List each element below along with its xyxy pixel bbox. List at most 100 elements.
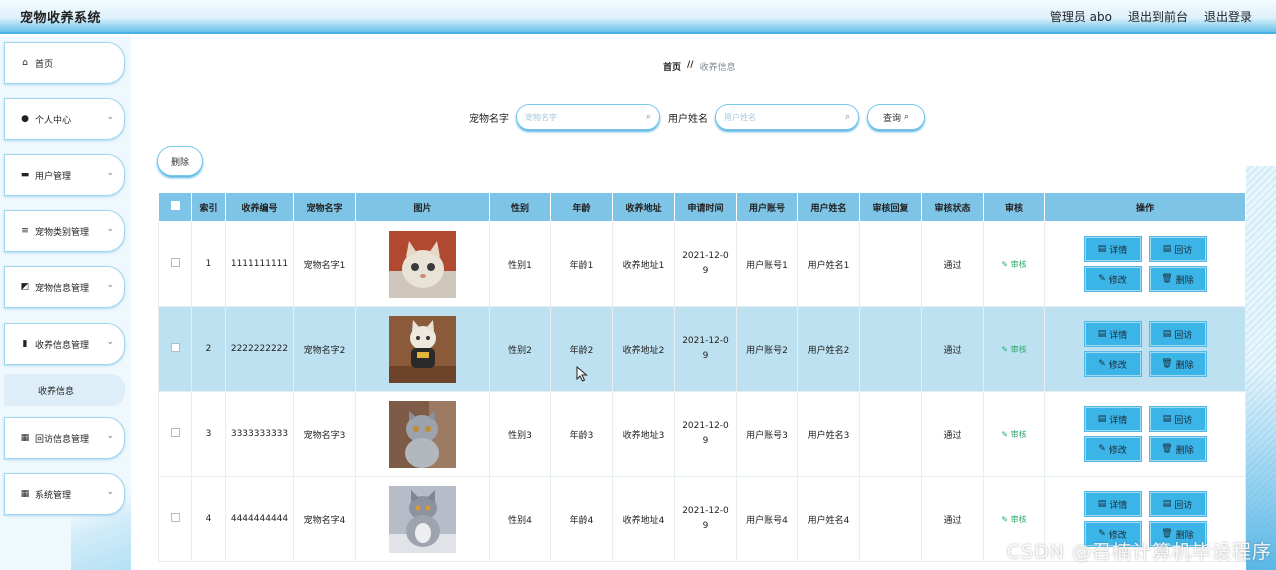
grid-icon: ▦ — [20, 489, 30, 499]
delete-button[interactable]: 🗑 删除 — [1149, 352, 1206, 376]
edit-button[interactable]: ✎ 修改 — [1084, 437, 1141, 461]
user-name-cell: 用户姓名3 — [797, 391, 860, 477]
index-cell: 2 — [191, 306, 226, 392]
audit-reply-cell — [859, 221, 922, 307]
trash-icon: 🗑 — [1161, 444, 1173, 454]
sidebar-item-system[interactable]: ▦ 系统管理 ⌄ — [4, 473, 125, 515]
document-icon: ▤ — [1162, 499, 1172, 509]
sidebar-item-home[interactable]: ⌂ 首页 — [4, 42, 125, 84]
column-header: 宠物名字 — [293, 192, 356, 222]
visit-button[interactable]: ▤ 回访 — [1149, 237, 1206, 261]
row-checkbox[interactable] — [170, 258, 180, 267]
sidebar-item-personal-center[interactable]: ● 个人中心 ⌄ — [4, 98, 125, 140]
pet-name-cell: 宠物名字4 — [293, 476, 356, 562]
pet-name-field[interactable]: ⌕ — [516, 104, 660, 130]
sidebar-item-user-management[interactable]: ▬ 用户管理 ⌄ — [4, 154, 125, 196]
row-checkbox[interactable] — [170, 428, 180, 437]
user-account-cell: 用户账号2 — [736, 306, 798, 392]
table-row[interactable]: 3 3333333333 宠物名字3 性别3 年龄3 收养地址3 2021-12-09 用户账… — [158, 391, 1246, 477]
edit-icon: ✎ — [1001, 344, 1009, 354]
batch-delete-button[interactable]: 删除 — [157, 146, 203, 176]
column-header: 性别 — [489, 192, 551, 222]
user-name-cell: 用户姓名4 — [797, 476, 860, 562]
user-account-cell: 用户账号4 — [736, 476, 798, 562]
adoption-number-cell: 1111111111 — [225, 221, 294, 307]
sidebar-item-label: 收养信息管理 — [35, 340, 90, 351]
table-row[interactable]: 1 1111111111 宠物名字1 性别1 年龄1 收养地址1 2021-12-09 用户账… — [158, 221, 1246, 307]
column-header: 审核回复 — [859, 192, 922, 222]
pet-photo — [389, 230, 456, 298]
visit-button[interactable]: ▤ 回访 — [1149, 492, 1206, 516]
query-button[interactable]: 查询 ⌕ — [867, 104, 925, 130]
edit-icon: ✎ — [1001, 259, 1009, 269]
sidebar-item-pet-info[interactable]: ◩ 宠物信息管理 ⌄ — [4, 266, 125, 308]
exit-to-front-link[interactable]: 退出到前台 — [1128, 8, 1188, 25]
detail-button[interactable]: ▤ 详情 — [1084, 492, 1141, 516]
column-header: 索引 — [191, 192, 226, 222]
sidebar: ⌂ 首页 ● 个人中心 ⌄ ▬ 用户管理 ⌄ ≡ 宠物类别管理 ⌄ ◩ 宠物信息… — [0, 36, 131, 570]
row-select-cell[interactable] — [158, 476, 192, 562]
visit-button-label: 回访 — [1174, 330, 1193, 341]
column-header: 用户姓名 — [797, 192, 860, 222]
row-select-cell[interactable] — [158, 221, 192, 307]
sidebar-subitem-adoption-info[interactable]: 收养信息 — [4, 374, 125, 406]
sex-cell: 性别2 — [489, 306, 551, 392]
trash-icon: 🗑 — [1161, 274, 1173, 284]
index-cell: 4 — [191, 476, 226, 562]
row-select-cell[interactable] — [158, 306, 192, 392]
sidebar-item-pet-category[interactable]: ≡ 宠物类别管理 ⌄ — [4, 210, 125, 252]
row-checkbox[interactable] — [170, 343, 180, 352]
breadcrumb-home[interactable]: 首页 — [663, 60, 681, 73]
audit-link-label: 审核 — [1010, 259, 1027, 269]
edit-button-label: 修改 — [1108, 360, 1127, 371]
audit-link-label: 审核 — [1010, 344, 1027, 354]
audit-link[interactable]: ✎ 审核 — [1001, 345, 1026, 354]
audit-status-cell: 通过 — [921, 221, 984, 307]
logout-link[interactable]: 退出登录 — [1204, 8, 1252, 25]
edit-icon: ✎ — [1098, 444, 1106, 454]
row-select-cell[interactable] — [158, 391, 192, 477]
select-all-header[interactable] — [158, 192, 192, 222]
audit-link[interactable]: ✎ 审核 — [1001, 260, 1026, 269]
pet-image-cell — [355, 391, 490, 477]
row-checkbox[interactable] — [170, 513, 180, 522]
pet-name-input[interactable] — [525, 112, 635, 122]
adoption-number-cell: 4444444444 — [225, 476, 294, 562]
audit-link[interactable]: ✎ 审核 — [1001, 430, 1026, 439]
main-content: 首页 // 收养信息 宠物名字 ⌕ 用户姓名 ⌕ 查询 ⌕ 删除 — [131, 36, 1276, 570]
sidebar-item-adoption-info[interactable]: ▮ 收养信息管理 ⌄ — [4, 323, 125, 365]
user-name-input[interactable] — [724, 112, 834, 122]
table-row[interactable]: 2 2222222222 宠物名字2 性别2 年龄2 收养地址2 2021-12-09 用户账… — [158, 306, 1246, 392]
sex-cell: 性别4 — [489, 476, 551, 562]
detail-button[interactable]: ▤ 详情 — [1084, 407, 1141, 431]
edit-button[interactable]: ✎ 修改 — [1084, 352, 1141, 376]
delete-button[interactable]: 🗑 删除 — [1149, 267, 1206, 291]
sidebar-item-visit-info[interactable]: ▦ 回访信息管理 ⌄ — [4, 417, 125, 459]
delete-button[interactable]: 🗑 删除 — [1149, 437, 1206, 461]
index-cell: 1 — [191, 221, 226, 307]
sidebar-item-label: 用户管理 — [35, 171, 72, 182]
visit-button-label: 回访 — [1174, 415, 1193, 426]
detail-button[interactable]: ▤ 详情 — [1084, 322, 1141, 346]
user-account-cell: 用户账号3 — [736, 391, 798, 477]
adoption-number-cell: 3333333333 — [225, 391, 294, 477]
visit-button[interactable]: ▤ 回访 — [1149, 322, 1206, 346]
search-icon: ⌕ — [844, 112, 850, 122]
bar-chart-icon: ▮ — [22, 339, 28, 349]
edit-button[interactable]: ✎ 修改 — [1084, 267, 1141, 291]
audit-link[interactable]: ✎ 审核 — [1001, 515, 1026, 524]
select-all-checkbox[interactable] — [170, 201, 180, 210]
column-header: 图片 — [355, 192, 490, 222]
audit-reply-cell — [859, 391, 922, 477]
user-name-field[interactable]: ⌕ — [715, 104, 859, 130]
audit-status-cell: 通过 — [921, 476, 984, 562]
document-icon: ▤ — [1097, 414, 1107, 424]
chevron-down-icon: ⌄ — [106, 168, 114, 178]
apply-time-cell: 2021-12-09 — [674, 476, 737, 562]
address-cell: 收养地址3 — [612, 391, 675, 477]
chevron-down-icon: ⌄ — [106, 487, 114, 497]
admin-user-label[interactable]: 管理员 abo — [1050, 8, 1112, 25]
audit-status-cell: 通过 — [921, 306, 984, 392]
detail-button[interactable]: ▤ 详情 — [1084, 237, 1141, 261]
visit-button[interactable]: ▤ 回访 — [1149, 407, 1206, 431]
